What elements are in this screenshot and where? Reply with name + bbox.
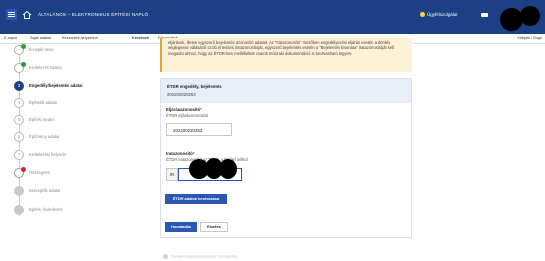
check-icon	[21, 62, 26, 67]
step-item[interactable]: 5 Építési terület	[10, 115, 145, 127]
step-label: Kivitelezés típusa	[29, 65, 62, 70]
card-value: 202200220253	[167, 92, 196, 97]
card-title: ÉTDR engedély, bejelentés	[167, 84, 222, 89]
avatar[interactable]	[520, 6, 540, 26]
step-item[interactable]: Kivitelezés típusa	[10, 62, 145, 75]
user-card-icon[interactable]	[481, 13, 488, 17]
step-label: Kivitelezési helyszín	[29, 152, 67, 157]
step-label: Engedély/bejelentés adatai	[29, 83, 83, 88]
step-label: Szereplők adatai	[29, 188, 61, 193]
avatar[interactable]	[500, 8, 523, 31]
step-circle: 5	[14, 115, 24, 125]
etdr-card: ÉTDR engedély, bejelentés 202200220253 E…	[160, 78, 412, 238]
eljaras-help: ÉTDR eljárásazonosító	[166, 113, 209, 118]
step-item[interactable]: Összegzés	[10, 167, 145, 180]
help-icon	[420, 12, 425, 18]
home-icon[interactable]	[22, 10, 32, 20]
app-title[interactable]: ÁLTALÁNOS – ELEKTRONIKUS ÉPÍTÉSI NAPLÓ	[38, 12, 148, 17]
step-label: Építmény adatai	[29, 134, 60, 139]
help-label: Ügyfélszolgálat	[427, 12, 458, 17]
etdr-fetch-button[interactable]: ÉTDR adatok beolvasása	[165, 194, 227, 204]
hamburger-menu-icon[interactable]	[6, 9, 17, 20]
step-circle: 6	[14, 132, 24, 142]
eljaras-label-text: Eljárásazonosító	[166, 107, 201, 112]
warning-text: eljárások, illetve egyszerű bejelentés a…	[168, 40, 394, 56]
nav-item-enaplo[interactable]: E-napló	[4, 36, 17, 40]
redaction-blob	[219, 159, 237, 179]
card-header: ÉTDR engedély, bejelentés 202200220253	[161, 79, 411, 103]
cancel-button[interactable]: Elvetés	[200, 222, 228, 232]
irat-label: Iratazonosító*	[166, 151, 195, 156]
step-item[interactable]: 4 Építtetői adatai	[10, 98, 145, 110]
nav-item-keszenleti[interactable]: Készenléti helyzetem	[62, 36, 98, 40]
top-bar: ÁLTALÁNOS – ELEKTRONIKUS ÉPÍTÉSI NAPLÓ Ü…	[0, 0, 545, 34]
step-circle: 4	[14, 98, 24, 108]
step-label: Építés. kivitelezés	[29, 207, 63, 212]
help-link[interactable]: Ügyfélszolgálat	[420, 12, 458, 18]
error-icon	[21, 167, 26, 172]
step-item[interactable]: 7 Kivitelezési helyszín	[10, 150, 145, 162]
step-item[interactable]: Építés. kivitelezés	[10, 205, 145, 217]
plus-icon	[163, 254, 168, 259]
nav-right-link[interactable]: Kilépés / Súgó	[518, 36, 543, 40]
step-item[interactable]: Szereplők adatai	[10, 186, 145, 198]
step-label: Összegzés	[29, 170, 50, 175]
add-more-link[interactable]: További engedély/bejelentés hozzáadása	[163, 254, 237, 259]
nav-item-kerelmek[interactable]: Kérelmek	[132, 36, 149, 40]
step-circle	[14, 205, 24, 215]
step-label: Építési terület	[29, 117, 55, 122]
info-warning-box: eljárások, illetve egyszerű bejelentés a…	[160, 38, 412, 72]
step-item[interactable]: 3 Engedély/bejelentés adatai	[10, 81, 145, 93]
step-item[interactable]: 6 Építmény adatai	[10, 132, 145, 144]
eljaras-input[interactable]: 202200220253	[166, 123, 232, 136]
step-circle	[14, 186, 24, 196]
step-circle: 3	[14, 81, 24, 91]
footer-note-text: További engedély/bejelentés hozzáadása	[171, 254, 237, 259]
step-label: Építtetői adatai	[29, 100, 57, 105]
add-button[interactable]: Hozzáadás	[165, 222, 197, 232]
nav-item-sajat-adatok[interactable]: Saját adatok	[30, 36, 51, 40]
irat-label-text: Iratazonosító	[166, 151, 193, 156]
step-label: E-napló neve	[29, 47, 54, 52]
step-item[interactable]: E-napló neve	[10, 44, 145, 57]
step-circle: 7	[14, 150, 24, 160]
irat-prefix: IR	[166, 168, 178, 181]
check-icon	[21, 44, 26, 49]
eljaras-label: Eljárásazonosító*	[166, 107, 202, 112]
